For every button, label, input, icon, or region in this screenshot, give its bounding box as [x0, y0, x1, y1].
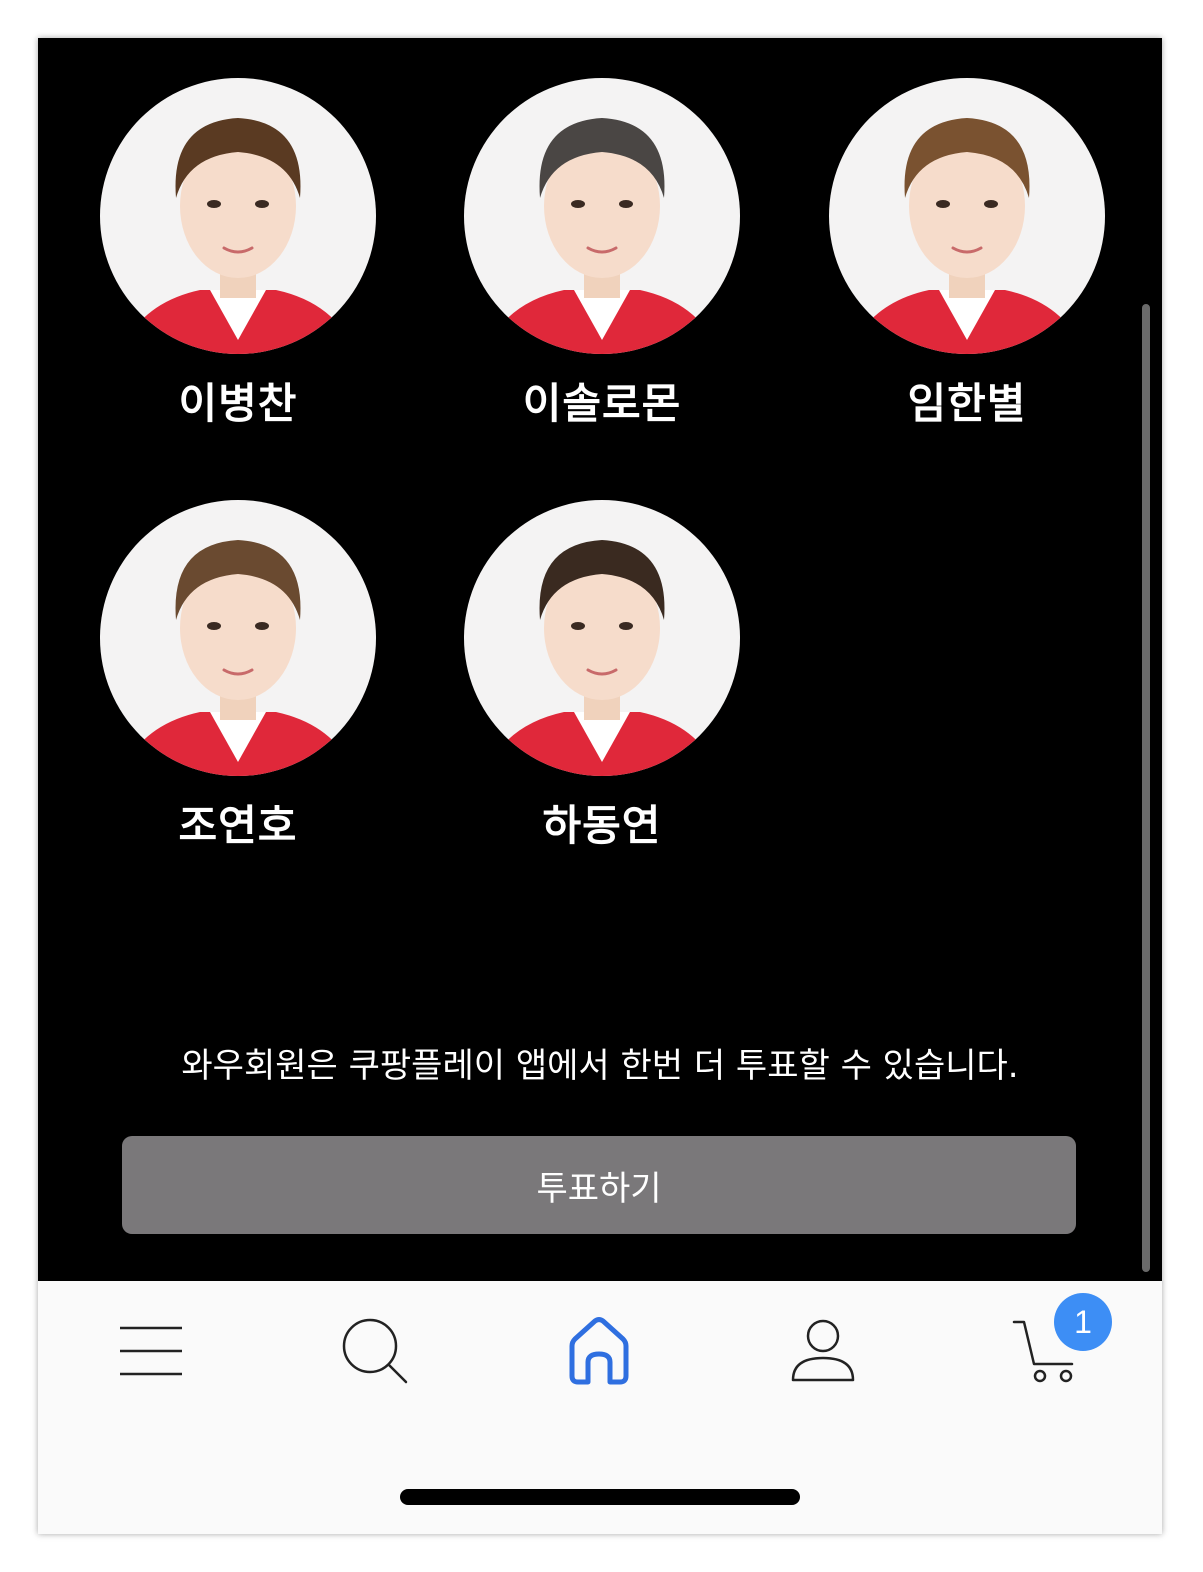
candidate-name: 하동연: [542, 801, 662, 850]
bottom-tab-bar: 1: [38, 1281, 1162, 1431]
candidate-photo: [829, 78, 1105, 354]
wow-member-notice: 와우회원은 쿠팡플레이 앱에서 한번 더 투표할 수 있습니다.: [181, 1046, 1019, 1086]
eye-shape: [255, 200, 269, 208]
eye-shape: [619, 200, 633, 208]
candidate-card[interactable]: 조연호: [90, 500, 390, 880]
vote-button[interactable]: 투표하기: [122, 1136, 1076, 1234]
phone-screen: 이병찬 이솔로몬 임한별 조연호 하동연 와우회원은 쿠팡플레이 앱에서 한번 …: [38, 38, 1162, 1534]
tab-my-account[interactable]: [778, 1311, 868, 1391]
candidate-name: 임한별: [907, 379, 1027, 428]
tab-menu[interactable]: [106, 1311, 196, 1391]
tab-search[interactable]: [330, 1311, 420, 1391]
vote-content: 이병찬 이솔로몬 임한별 조연호 하동연 와우회원은 쿠팡플레이 앱에서 한번 …: [38, 38, 1162, 1281]
eye-shape: [984, 200, 998, 208]
candidate-photo: [100, 78, 376, 354]
candidate-card[interactable]: 이솔로몬: [454, 78, 754, 458]
eye-shape: [571, 622, 585, 630]
candidate-name: 이솔로몬: [522, 379, 682, 428]
eye-shape: [571, 200, 585, 208]
eye-shape: [207, 622, 221, 630]
candidate-name: 조연호: [178, 801, 298, 850]
eye-shape: [207, 200, 221, 208]
scrollbar[interactable]: [1142, 304, 1150, 1272]
candidate-name: 이병찬: [178, 379, 298, 428]
eye-shape: [255, 622, 269, 630]
cart-count-badge: 1: [1054, 1293, 1112, 1351]
home-indicator: [400, 1489, 800, 1505]
candidate-card[interactable]: 임한별: [819, 78, 1119, 458]
candidate-photo: [464, 78, 740, 354]
menu-icon: [120, 1326, 182, 1376]
tab-cart[interactable]: 1: [1002, 1293, 1112, 1391]
candidate-photo: [464, 500, 740, 776]
eye-shape: [619, 622, 633, 630]
search-icon: [342, 1318, 408, 1384]
home-icon: [569, 1317, 629, 1385]
candidate-card[interactable]: 이병찬: [90, 78, 390, 458]
user-icon: [791, 1319, 855, 1382]
eye-shape: [936, 200, 950, 208]
candidate-photo: [100, 500, 376, 776]
tab-home[interactable]: [554, 1311, 644, 1391]
candidate-card[interactable]: 하동연: [454, 500, 754, 880]
